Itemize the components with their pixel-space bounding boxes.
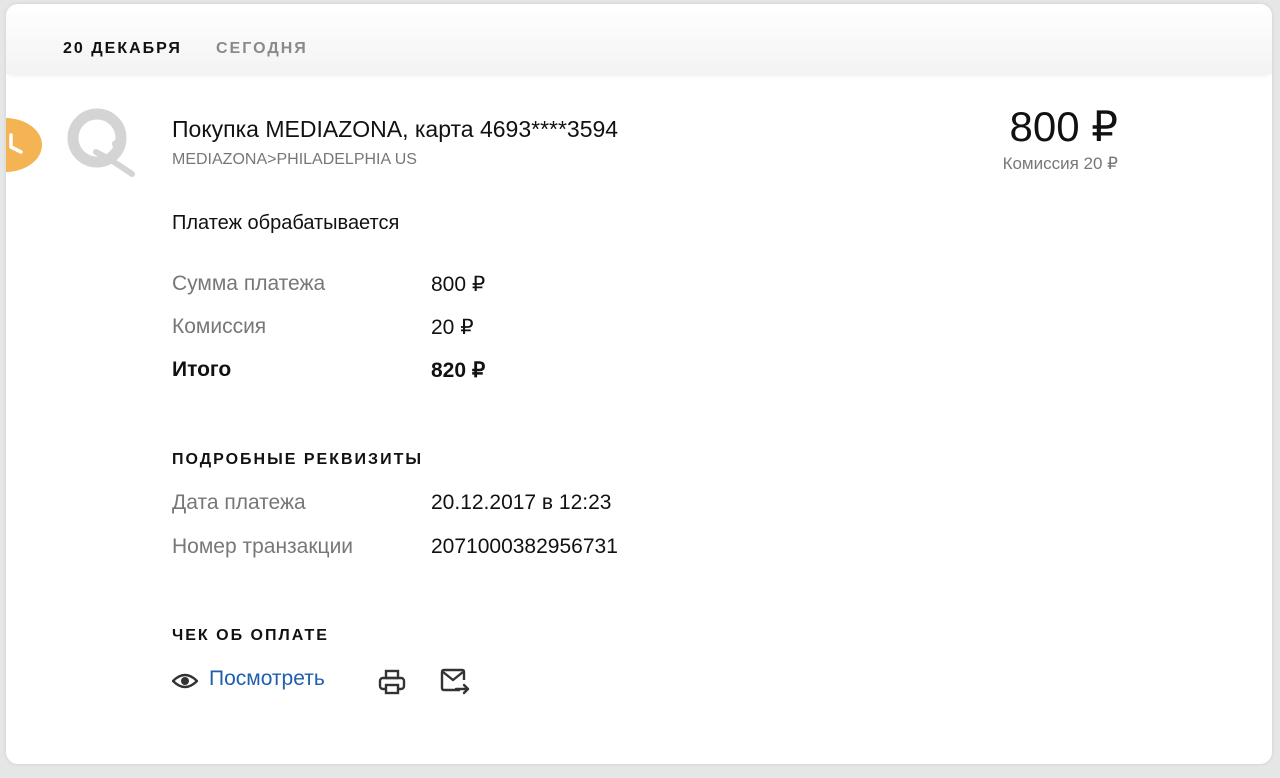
- relative-day-label: СЕГОДНЯ: [216, 40, 308, 57]
- transaction-card: 20 ДЕКАБРЯ СЕГОДНЯ Покупка MEDIAZONA, ка…: [6, 4, 1272, 764]
- details-value-date: 20.12.2017 в 12:23: [431, 491, 612, 514]
- breakdown-value-amount: 800 ₽: [431, 273, 486, 296]
- receipt-heading: ЧЕК ОБ ОПЛАТЕ: [172, 627, 329, 644]
- pending-clock-icon: [6, 118, 42, 172]
- payment-status: Платеж обрабатывается: [172, 212, 400, 234]
- date-header: 20 ДЕКАБРЯ СЕГОДНЯ: [6, 4, 1272, 74]
- breakdown-label-commission: Комиссия: [172, 315, 267, 338]
- mail-forward-icon[interactable]: [440, 668, 470, 701]
- merchant-location: MEDIAZONA>PHILADELPHIA US: [172, 151, 417, 168]
- details-heading: ПОДРОБНЫЕ РЕКВИЗИТЫ: [172, 451, 423, 468]
- details-label-transaction-id: Номер транзакции: [172, 535, 354, 558]
- breakdown-value-commission: 20 ₽: [431, 316, 474, 339]
- view-receipt-link[interactable]: Посмотреть: [209, 667, 325, 691]
- breakdown-label-total: Итого: [172, 358, 232, 381]
- details-label-date: Дата платежа: [172, 491, 306, 514]
- details-value-transaction-id: 2071000382956731: [431, 535, 618, 558]
- breakdown-value-total: 820 ₽: [431, 359, 486, 382]
- qiwi-logo-icon: [66, 104, 136, 185]
- breakdown-label-amount: Сумма платежа: [172, 272, 326, 295]
- print-icon[interactable]: [378, 668, 406, 701]
- date-label: 20 ДЕКАБРЯ: [63, 40, 182, 57]
- commission-summary: Комиссия 20 ₽: [1002, 154, 1118, 173]
- transaction-amount: 800 ₽: [1009, 103, 1118, 150]
- eye-icon[interactable]: [171, 672, 199, 695]
- transaction-title: Покупка MEDIAZONA, карта 4693****3594: [172, 116, 619, 142]
